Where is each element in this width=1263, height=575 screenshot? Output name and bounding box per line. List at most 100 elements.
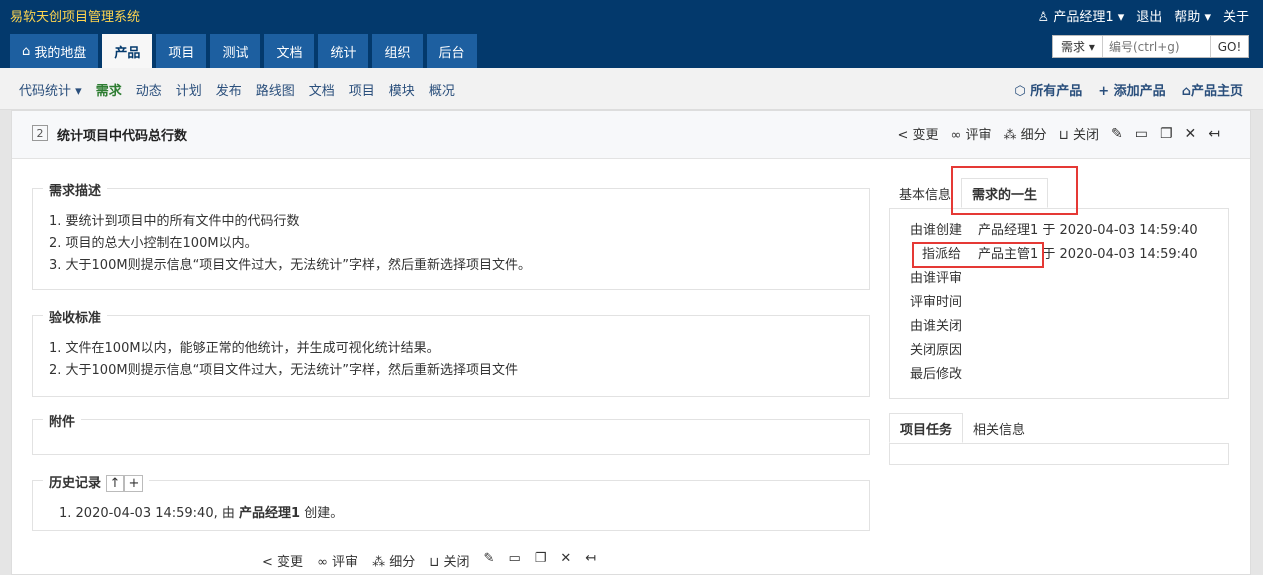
go-button[interactable]: GO!	[1210, 36, 1248, 57]
sort-up-icon[interactable]: ↑	[105, 475, 125, 492]
tab-product[interactable]: 产品	[102, 34, 153, 68]
subnav-module[interactable]: 模块	[389, 80, 415, 99]
action-label: 变更	[277, 555, 304, 570]
search-box: 需求 ▾ GO!	[1052, 35, 1249, 58]
tab-org[interactable]: 组织	[372, 34, 423, 68]
search-input[interactable]	[1103, 36, 1210, 57]
subnav-product-select[interactable]: 代码统计 ▾	[19, 80, 82, 99]
subnav-roadmap[interactable]: 路线图	[256, 80, 295, 99]
review-button[interactable]: ∞ 评审	[951, 124, 992, 143]
life-row: 评审时间	[910, 292, 978, 314]
story-id: 2	[32, 125, 48, 141]
tab-project[interactable]: 项目	[156, 34, 207, 68]
share-icon: <	[262, 555, 273, 570]
tab-project-tasks[interactable]: 项目任务	[889, 413, 964, 443]
story-panel: 2 统计项目中代码总行数 < 变更 ∞ 评审 ⁂ 细分 ⊔ 关闭 ✎ ▭ ❐ ✕…	[11, 110, 1251, 575]
edit-icon[interactable]: ✎	[1111, 126, 1123, 142]
life-row: 由谁评审	[910, 268, 978, 290]
off-icon: ⊔	[1058, 128, 1069, 143]
logout-link[interactable]: 退出	[1136, 6, 1162, 25]
action-label: 评审	[965, 128, 992, 143]
copy-icon[interactable]: ❐	[535, 551, 547, 570]
review-button[interactable]: ∞ 评审	[317, 551, 358, 570]
all-products-link[interactable]: ⬡ 所有产品	[1014, 80, 1082, 99]
action-label: 关闭	[1072, 128, 1099, 143]
comment-icon[interactable]: ▭	[1135, 126, 1148, 142]
copy-icon[interactable]: ❐	[1160, 126, 1173, 142]
user-name: 产品经理1	[1053, 10, 1114, 25]
help-menu[interactable]: 帮助 ▾	[1174, 6, 1211, 25]
search-type-label: 需求	[1061, 40, 1086, 54]
list-item: 2. 项目的总大小控制在100M以内。	[49, 236, 258, 251]
life-key: 由谁关闭	[910, 319, 963, 334]
about-link[interactable]: 关于	[1223, 6, 1249, 25]
subnav-release[interactable]: 发布	[216, 80, 242, 99]
subnav-plan[interactable]: 计划	[176, 80, 202, 99]
share-icon: <	[897, 128, 909, 143]
change-button[interactable]: < 变更	[897, 124, 938, 143]
user-menu[interactable]: ♙ 产品经理1 ▾	[1038, 6, 1125, 25]
life-value: 产品经理1 于 2020-04-03 14:59:40	[978, 223, 1198, 238]
life-row: 由谁创建 产品经理1 于 2020-04-03 14:59:40	[910, 220, 1198, 242]
expand-icon[interactable]: +	[124, 475, 144, 492]
story-title: 统计项目中代码总行数	[57, 129, 188, 144]
glasses-icon: ∞	[950, 128, 962, 143]
list-item: 1. 要统计到项目中的所有文件中的代码行数	[49, 214, 300, 229]
life-key: 最后修改	[910, 367, 963, 382]
accept-list: 1. 文件在100M以内，能够正常的他统计，并生成可视化统计结果。 2. 大于1…	[33, 316, 869, 382]
user-icon: ♙	[1037, 10, 1050, 25]
home-icon: ⌂	[1181, 84, 1191, 99]
tab-stats[interactable]: 统计	[318, 34, 369, 68]
highlight-box	[912, 242, 1044, 268]
history-section: 历史记录 ↑ + 1. 2020-04-03 14:59:40, 由 产品经理1 …	[32, 472, 870, 531]
comment-icon[interactable]: ▭	[508, 551, 520, 570]
tab-my[interactable]: ⌂ 我的地盘	[10, 34, 99, 68]
edit-icon[interactable]: ✎	[484, 551, 495, 570]
sub-nav-right: ⬡ 所有产品 + 添加产品 ⌂产品主页	[1014, 80, 1243, 99]
off-icon: ⊔	[429, 555, 440, 570]
attach-legend: 附件	[43, 411, 82, 430]
main-nav: ⌂ 我的地盘 产品 项目 测试 文档 统计 组织 后台	[10, 34, 477, 68]
title-actions: < 变更 ∞ 评审 ⁂ 细分 ⊔ 关闭 ✎ ▭ ❐ ✕ ↤	[897, 124, 1220, 144]
glasses-icon: ∞	[317, 555, 328, 570]
tab-related-info[interactable]: 相关信息	[963, 413, 1035, 443]
desc-section: 需求描述 1. 要统计到项目中的所有文件中的代码行数 2. 项目的总大小控制在1…	[32, 180, 870, 290]
subnav-doc[interactable]: 文档	[309, 80, 335, 99]
tab-admin[interactable]: 后台	[426, 34, 477, 68]
subdivide-button[interactable]: ⁂ 细分	[1004, 124, 1047, 143]
task-box	[889, 443, 1229, 465]
highlight-box	[951, 166, 1078, 215]
subnav-overview[interactable]: 概况	[429, 80, 455, 99]
cube-icon: ⬡	[1014, 84, 1026, 99]
change-button[interactable]: < 变更	[262, 551, 303, 570]
delete-icon[interactable]: ✕	[560, 551, 571, 570]
link-label: 添加产品	[1113, 84, 1166, 99]
tab-doc[interactable]: 文档	[264, 34, 315, 68]
back-icon[interactable]: ↤	[585, 551, 596, 570]
add-product-link[interactable]: + 添加产品	[1098, 80, 1165, 99]
subdivide-button[interactable]: ⁂ 细分	[372, 551, 415, 570]
life-key: 由谁评审	[910, 271, 963, 286]
life-key: 评审时间	[910, 295, 963, 310]
help-label: 帮助	[1174, 10, 1201, 25]
plus-icon: +	[1098, 84, 1110, 99]
product-home-link[interactable]: ⌂产品主页	[1182, 80, 1243, 99]
close-story-button[interactable]: ⊔ 关闭	[429, 551, 469, 570]
subnav-project[interactable]: 项目	[349, 80, 375, 99]
attach-section: 附件	[32, 411, 870, 455]
delete-icon[interactable]: ✕	[1185, 126, 1197, 142]
search-type-select[interactable]: 需求 ▾	[1053, 36, 1103, 57]
life-row: 最后修改	[910, 364, 978, 386]
subnav-dynamic[interactable]: 动态	[136, 80, 162, 99]
list-item: 3. 大于100M则提示信息“项目文件过大，无法统计”字样，然后重新选择项目文件…	[49, 258, 532, 273]
back-icon[interactable]: ↤	[1208, 126, 1220, 142]
close-story-button[interactable]: ⊔ 关闭	[1059, 124, 1099, 143]
tab-test[interactable]: 测试	[210, 34, 261, 68]
sub-nav: 代码统计 ▾ 需求 动态 计划 发布 路线图 文档 项目 模块 概况 ⬡ 所有产…	[0, 68, 1263, 110]
subnav-story[interactable]: 需求	[96, 80, 122, 99]
action-label: 变更	[912, 128, 939, 143]
task-tabs: 项目任务 相关信息	[889, 413, 1035, 443]
action-label: 评审	[332, 555, 359, 570]
sub-nav-left: 代码统计 ▾ 需求 动态 计划 发布 路线图 文档 项目 模块 概况	[19, 80, 455, 99]
life-row: 由谁关闭	[910, 316, 978, 338]
